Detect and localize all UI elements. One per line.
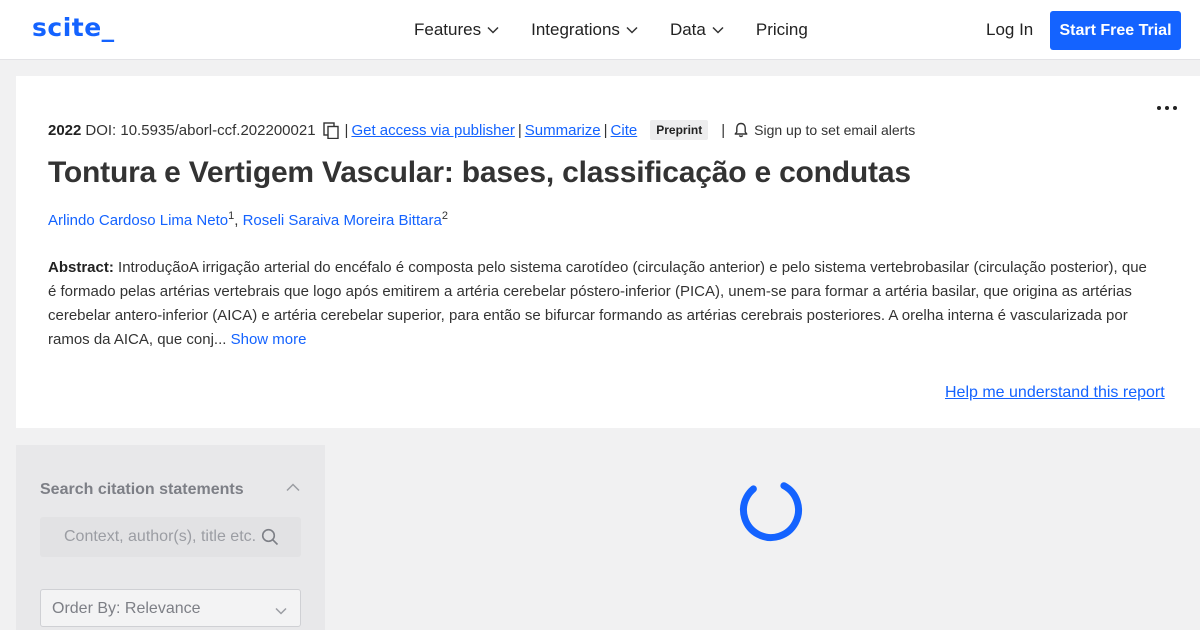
show-more-link[interactable]: Show more: [231, 331, 307, 348]
loading-spinner: [739, 478, 803, 547]
author-link[interactable]: Arlindo Cardoso Lima Neto: [48, 212, 228, 229]
nav-menu: Features Integrations Data Pricing: [414, 0, 808, 60]
citation-search-input[interactable]: [40, 517, 260, 557]
help-understand-link[interactable]: Help me understand this report: [945, 384, 1165, 402]
chevron-down-icon: [487, 26, 499, 34]
citation-search-panel: Search citation statements Order By: Rel…: [16, 445, 325, 630]
nav-item-label: Pricing: [755, 20, 808, 39]
nav-item-label: Integrations: [531, 20, 620, 39]
abstract-label: Abstract:: [48, 259, 114, 276]
doi-text: DOI: 10.5935/aborl-ccf.202200021: [85, 121, 316, 139]
chevron-up-icon[interactable]: [286, 479, 300, 497]
separator: |: [344, 121, 349, 139]
cite-link[interactable]: Cite: [611, 122, 638, 139]
author-list: Arlindo Cardoso Lima Neto1, Roseli Sarai…: [48, 210, 448, 229]
summarize-link[interactable]: Summarize: [525, 122, 601, 139]
separator: |: [517, 121, 522, 139]
abstract: Abstract: IntroduçãoA irrigação arterial…: [48, 256, 1148, 352]
separator: |: [721, 121, 726, 139]
nav-item-data[interactable]: Data: [670, 20, 724, 40]
author-separator: ,: [234, 212, 239, 229]
separator: |: [603, 121, 608, 139]
copy-icon[interactable]: [322, 121, 339, 139]
nav-item-features[interactable]: Features: [414, 20, 499, 40]
paper-title: Tontura e Vertigem Vascular: bases, clas…: [48, 156, 911, 189]
abstract-text: IntroduçãoA irrigação arterial do encéfa…: [48, 259, 1147, 348]
affiliation-number: 2: [441, 210, 448, 222]
citation-search-box: [40, 517, 301, 557]
get-access-link[interactable]: Get access via publisher: [351, 122, 514, 139]
chevron-down-icon: [626, 26, 638, 34]
more-icon[interactable]: [1157, 106, 1181, 110]
chevron-down-icon: [275, 602, 287, 620]
order-by-value: Order By: Relevance: [52, 600, 201, 617]
bell-icon[interactable]: [734, 122, 748, 138]
login-link[interactable]: Log In: [986, 20, 1033, 40]
order-by-select[interactable]: Order By: Relevance: [40, 589, 301, 627]
search-icon[interactable]: [261, 528, 279, 551]
paper-card: 2022 DOI: 10.5935/aborl-ccf.202200021 | …: [16, 76, 1200, 428]
scite-logo[interactable]: scite_: [32, 13, 115, 42]
nav-item-pricing[interactable]: Pricing: [756, 20, 808, 40]
top-navbar: scite_ Features Integrations Data Pricin…: [0, 0, 1200, 60]
email-alerts-link[interactable]: Sign up to set email alerts: [754, 122, 915, 138]
nav-item-integrations[interactable]: Integrations: [531, 20, 638, 40]
paper-meta-row: 2022 DOI: 10.5935/aborl-ccf.202200021 | …: [48, 120, 915, 140]
chevron-down-icon: [712, 26, 724, 34]
panel-title: Search citation statements: [40, 481, 244, 498]
preprint-badge: Preprint: [650, 120, 709, 140]
publication-year: 2022: [48, 121, 82, 139]
author-link[interactable]: Roseli Saraiva Moreira Bittara: [243, 212, 442, 229]
start-free-trial-button[interactable]: Start Free Trial: [1050, 11, 1181, 50]
nav-item-label: Features: [414, 20, 482, 39]
nav-item-label: Data: [669, 20, 706, 39]
